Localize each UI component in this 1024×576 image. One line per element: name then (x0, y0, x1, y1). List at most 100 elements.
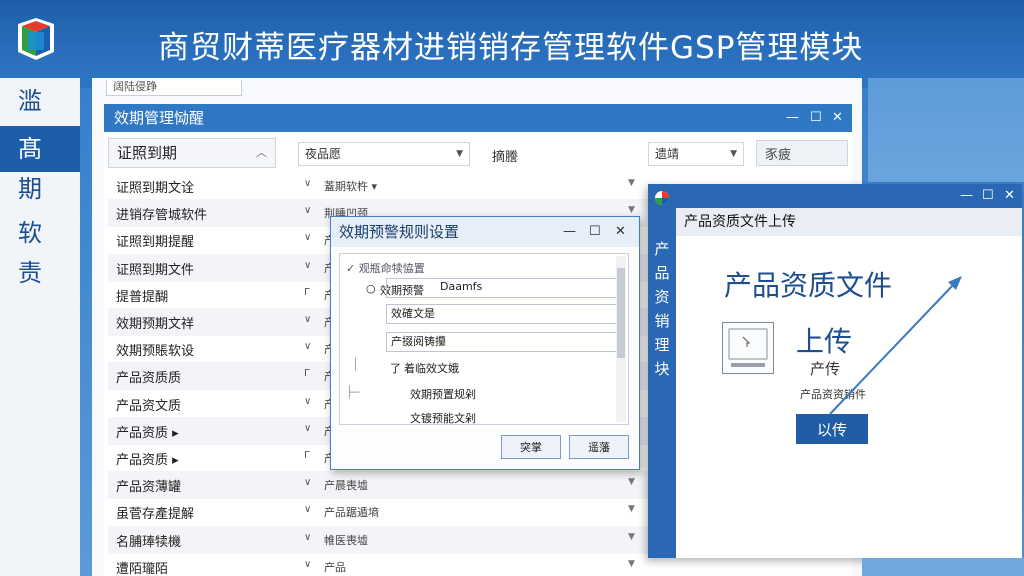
cancel-button[interactable]: 遥藩 (569, 435, 629, 459)
dropdown-arrow-icon: ▼ (456, 149, 463, 159)
filter-label: 摘謄 (492, 150, 519, 165)
row-expand-icon[interactable]: ∨ (304, 341, 311, 352)
dialog-scrollbar[interactable] (616, 256, 626, 422)
top-field[interactable]: 阔陆侵踭 (106, 80, 242, 96)
search-button[interactable]: 豕疲 (756, 140, 848, 166)
row-expand-icon[interactable]: ∨ (304, 232, 311, 243)
dialog-rule-panel: ✓ 观瓶命犊恊置 ○ 效期预警 Daamfs 效確文是 产掇阅铸攥 │ 了 着临… (339, 253, 629, 425)
main-window-title: 效期管理恸醒 (114, 109, 205, 127)
radio-icon[interactable]: ○ (366, 282, 376, 295)
row-name: 进销存管城软件 (116, 208, 208, 224)
product-dropdown[interactable]: 夜品愿 ▼ (298, 142, 470, 166)
row-dropdown-arrow-icon[interactable]: ▼ (628, 504, 635, 514)
status-dropdown-value: 遗靖 (655, 147, 680, 161)
close-icon[interactable]: ✕ (832, 104, 843, 132)
upload-titlebar: — ☐ ✕ (676, 184, 1022, 208)
upload-window: 产 品 资 销 理 块 — ☐ ✕ 产品资质文件上传 产品资质文件 上传 产传 … (648, 184, 1022, 558)
rule-section-header: ✓ 观瓶命犊恊置 (346, 262, 425, 275)
row-detail: 蓋期软杵 ▾ (324, 180, 378, 193)
row-expand-icon[interactable]: Γ (304, 287, 310, 298)
row-expand-icon[interactable]: ∨ (304, 504, 311, 515)
dialog-titlebar: 效期预警规则设置 — ☐ ✕ (331, 217, 639, 247)
row-detail: 产品 (324, 560, 346, 574)
row-name: 效期预期文祥 (116, 317, 195, 332)
row-expand-icon[interactable]: Γ (304, 368, 310, 379)
page-title: 商贸财蒂医疗器材进销销存管理软件GSP管理模块 (158, 30, 864, 66)
row-name: 提普提醐 (116, 289, 169, 305)
minimize-icon[interactable]: — (960, 184, 973, 208)
minimize-icon[interactable]: — (786, 104, 799, 132)
row-expand-icon[interactable]: ∨ (304, 559, 311, 570)
rule-item-5: 效期预置规剁 (410, 388, 476, 401)
upload-side-char: 销 (654, 312, 670, 330)
background-strip (862, 558, 1024, 576)
row-name: 效期预賬软设 (116, 344, 195, 360)
upload-window-title: 产品资质文件上传 (676, 208, 1022, 236)
row-expand-icon[interactable]: ∨ (304, 314, 311, 325)
row-expand-icon[interactable]: ∨ (304, 178, 311, 189)
row-expand-icon[interactable]: ∨ (304, 205, 311, 216)
row-name: 证照到期文诠 (116, 181, 195, 196)
row-expand-icon[interactable]: ∨ (304, 532, 311, 543)
background-panel (868, 78, 1024, 182)
row-name: 证照到期文件 (116, 262, 195, 278)
sidebar-item-5[interactable]: 责 (0, 250, 80, 296)
row-detail: 产品踞遁墒 (324, 506, 379, 520)
status-dropdown[interactable]: 遗靖 ▼ (648, 142, 744, 166)
dialog-title: 效期预警规则设置 (339, 223, 460, 241)
upload-body: 产品资质文件 上传 产传 产品资资销件 以传 (676, 236, 1022, 558)
expiry-rule-dialog: 效期预警规则设置 — ☐ ✕ ✓ 观瓶命犊恊置 ○ 效期预警 Daamfs 效確… (330, 216, 640, 470)
maximize-icon[interactable]: ☐ (589, 217, 601, 247)
row-name: 遭陌瓏陌 (116, 561, 169, 576)
row-name: 产品资质 ▸ (116, 425, 179, 441)
app-logo-icon (655, 191, 669, 205)
row-dropdown-arrow-icon[interactable]: ▼ (628, 559, 635, 569)
row-detail: 产晨喪墟 (324, 479, 368, 493)
rule-field-2[interactable]: 效確文是 (386, 304, 618, 324)
close-icon[interactable]: ✕ (615, 217, 626, 247)
row-detail: 帷医喪墟 (324, 533, 368, 547)
sidebar-item-3[interactable]: 期 (0, 166, 80, 212)
row-expand-icon[interactable]: Γ (304, 450, 310, 461)
rule-field-3[interactable]: 产掇阅铸攥 (386, 332, 618, 352)
row-name: 证照到期提醒 (116, 235, 195, 251)
checkbox-icon[interactable]: 了 (390, 360, 401, 376)
row-dropdown-arrow-icon[interactable]: ▼ (628, 205, 635, 215)
main-titlebar: 效期管理恸醒 — ☐ ✕ (104, 104, 852, 132)
close-icon[interactable]: ✕ (1004, 184, 1015, 208)
upload-arrow-icon (829, 276, 962, 415)
upload-side-char: 产 (654, 240, 670, 258)
row-expand-icon[interactable]: ∨ (304, 396, 311, 407)
sidebar-item-1[interactable]: 滥 (0, 78, 80, 124)
row-expand-icon[interactable]: ∨ (304, 423, 311, 434)
product-dropdown-value: 夜品愿 (305, 147, 342, 161)
rule-item-4: 着临效文娥 (404, 362, 459, 375)
rule-field-1-frame (386, 278, 618, 298)
rule-item-6: 文镀预能文剁 (410, 412, 476, 425)
row-name: 名脯琫犊機 (116, 534, 182, 550)
maximize-icon[interactable]: ☐ (982, 184, 994, 208)
row-expand-icon[interactable]: ∨ (304, 260, 311, 271)
tree-branch: ├─ (346, 386, 360, 399)
app-logo-icon (18, 18, 54, 60)
row-expand-icon[interactable]: ∨ (304, 477, 311, 488)
maximize-icon[interactable]: ☐ (810, 104, 822, 132)
scrollbar-thumb[interactable] (617, 268, 625, 358)
row-dropdown-arrow-icon[interactable]: ▼ (628, 178, 635, 188)
row-dropdown-arrow-icon[interactable]: ▼ (628, 477, 635, 487)
row-dropdown-arrow-icon[interactable]: ▼ (628, 532, 635, 542)
tree-line: │ (352, 358, 359, 371)
row-name: 产品资文质 (116, 398, 182, 414)
upload-side-char: 理 (654, 336, 670, 354)
minimize-icon[interactable]: — (563, 217, 576, 247)
file-preview-icon[interactable] (722, 322, 774, 374)
category-label: 证照到期 (117, 144, 178, 162)
header-banner: 商贸财蒂医疗器材进销销存管理软件GSP管理模块 (0, 0, 1024, 88)
upload-sidebar: 产 品 资 销 理 块 (648, 184, 676, 558)
dropdown-arrow-icon: ▼ (730, 149, 737, 159)
category-selector[interactable]: 证照到期 ︿ (108, 138, 276, 168)
upload-side-char: 块 (654, 360, 670, 378)
upload-side-char: 品 (654, 264, 670, 282)
row-name: 产品资薄罐 (116, 480, 182, 496)
ok-button[interactable]: 突掌 (501, 435, 561, 459)
